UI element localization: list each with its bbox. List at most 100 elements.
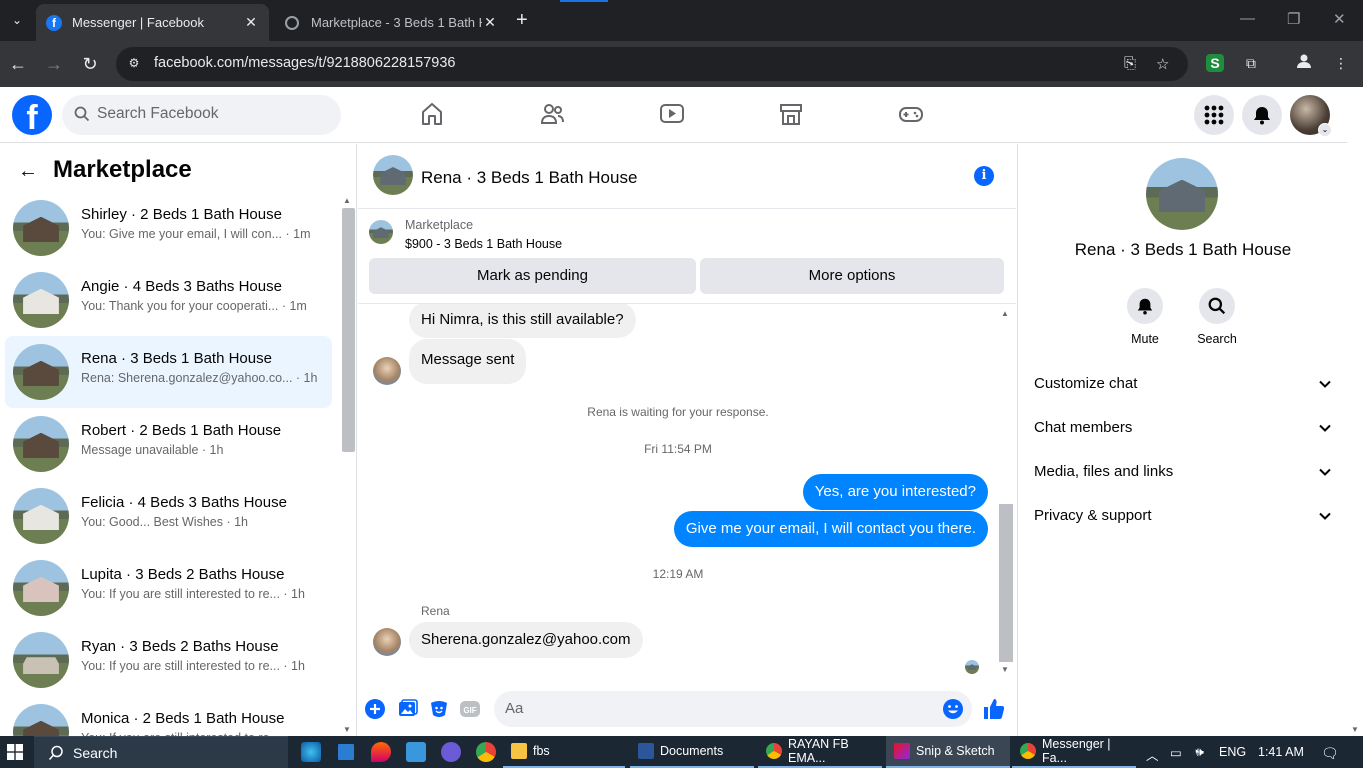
taskbar-item-fbs[interactable]: fbs: [503, 736, 625, 768]
conversation-snippet: You: Give me your email, I will con... ·…: [81, 227, 311, 241]
emoji-icon[interactable]: [942, 698, 964, 720]
search-input[interactable]: [97, 105, 327, 123]
media-files-links-row[interactable]: Media, files and links: [1034, 453, 1332, 493]
windows-start-icon[interactable]: [7, 744, 23, 760]
page-scroll-down-icon[interactable]: ▼: [1351, 725, 1359, 734]
tray-chevron-up-icon[interactable]: ︿: [1146, 745, 1159, 764]
notifications-button[interactable]: [1242, 95, 1282, 135]
tab-search-dropdown-icon[interactable]: ⌄: [6, 9, 28, 31]
conversation-item[interactable]: Ryan · 3 Beds 2 Baths House You: If you a…: [5, 624, 332, 696]
facebook-top-bar: f ⌄: [0, 87, 1347, 143]
message-composer: GIF: [358, 686, 1016, 736]
mark-as-pending-button[interactable]: Mark as pending: [369, 258, 696, 294]
home-icon[interactable]: [419, 101, 445, 127]
sender-avatar[interactable]: [373, 628, 401, 656]
conversation-name: Shirley · 2 Beds 1 Bath House: [81, 206, 282, 223]
reload-icon[interactable]: ↻: [78, 52, 102, 76]
chat-list-scrollbar[interactable]: [342, 208, 355, 452]
conversation-item[interactable]: Shirley · 2 Beds 1 Bath House You: Give m…: [5, 192, 332, 264]
chat-members-row[interactable]: Chat members: [1034, 409, 1332, 449]
privacy-support-row[interactable]: Privacy & support: [1034, 497, 1332, 537]
close-tab-icon[interactable]: ✕: [482, 14, 498, 31]
scroll-up-icon[interactable]: ▲: [1001, 309, 1009, 318]
account-avatar[interactable]: ⌄: [1290, 95, 1332, 137]
section-label: Privacy & support: [1034, 507, 1152, 524]
listing-price[interactable]: $900 - 3 Beds 1 Bath House: [405, 237, 562, 251]
sticker-icon[interactable]: [428, 698, 450, 720]
plus-actions-icon[interactable]: [364, 698, 386, 720]
bookmark-star-icon[interactable]: ☆: [1156, 55, 1169, 73]
customize-chat-row[interactable]: Customize chat: [1034, 365, 1332, 405]
battery-icon[interactable]: ▭: [1170, 745, 1182, 760]
marketplace-icon[interactable]: [778, 101, 804, 127]
scroll-up-icon[interactable]: ▲: [343, 196, 351, 205]
forward-icon[interactable]: →: [42, 52, 66, 76]
extension-s-icon[interactable]: S: [1206, 54, 1224, 72]
paint-icon[interactable]: [371, 742, 391, 762]
omnibox[interactable]: ⚙ facebook.com/messages/t/92188062281579…: [116, 47, 1188, 81]
restore-icon[interactable]: ❐: [1287, 10, 1300, 28]
taskbar-search[interactable]: Search: [34, 736, 288, 768]
conversation-item[interactable]: Monica · 2 Beds 1 Bath HouseYou: If you …: [5, 696, 332, 736]
taskbar-item-rayan-fb[interactable]: RAYAN FB EMA...: [758, 736, 882, 768]
conversation-thumbnail: [13, 488, 69, 544]
browser-tab-bar: ⌄ f Messenger | Facebook ✕ Marketplace -…: [0, 0, 1363, 41]
scroll-down-icon[interactable]: ▼: [1001, 665, 1009, 674]
store-icon[interactable]: [336, 742, 356, 762]
chat-listing-thumbnail[interactable]: [373, 155, 413, 195]
attach-photo-icon[interactable]: [397, 698, 419, 720]
listing-thumbnail[interactable]: [369, 220, 393, 244]
conversation-thumbnail: [13, 272, 69, 328]
conversation-item[interactable]: Robert · 2 Beds 1 Bath House Message unav…: [5, 408, 332, 480]
speaker-icon[interactable]: 🕪: [1196, 745, 1204, 760]
profile-icon[interactable]: [1293, 52, 1315, 74]
scroll-down-icon[interactable]: ▼: [343, 725, 351, 734]
tab-marketplace[interactable]: Marketplace - 3 Beds 1 Bath Ho ✕: [275, 4, 508, 41]
chrome-icon[interactable]: [476, 742, 496, 762]
search-in-chat-button[interactable]: Search: [1187, 288, 1247, 346]
taskbar-item-snip-sketch[interactable]: Snip & Sketch: [886, 736, 1010, 768]
app-circle-icon[interactable]: [441, 742, 461, 762]
mute-button[interactable]: Mute: [1115, 288, 1175, 346]
close-window-icon[interactable]: ✕: [1333, 10, 1346, 28]
notification-center-icon[interactable]: 🗨: [1321, 745, 1339, 762]
details-listing-thumbnail[interactable]: [1146, 158, 1218, 230]
more-options-button[interactable]: More options: [700, 258, 1004, 294]
tab-messenger[interactable]: f Messenger | Facebook ✕: [36, 4, 269, 41]
facebook-search-box[interactable]: [62, 95, 341, 135]
thumbs-up-icon[interactable]: [982, 697, 1006, 721]
back-icon[interactable]: ←: [6, 52, 30, 76]
gaming-icon[interactable]: [898, 101, 924, 127]
chat-scrollbar[interactable]: [999, 504, 1013, 662]
edge-icon[interactable]: [301, 742, 321, 762]
chevron-down-icon: [1319, 512, 1331, 520]
message-input[interactable]: [505, 700, 925, 717]
install-app-icon[interactable]: ⎘: [1124, 55, 1136, 72]
info-icon[interactable]: i: [974, 166, 994, 186]
sender-avatar[interactable]: [373, 357, 401, 385]
site-info-icon[interactable]: ⚙: [126, 56, 142, 72]
minimize-icon[interactable]: —: [1240, 10, 1255, 27]
conversation-item[interactable]: Rena · 3 Beds 1 Bath House Rena: Sherena.…: [5, 336, 332, 408]
back-arrow-icon[interactable]: ←: [18, 161, 38, 181]
watch-video-icon[interactable]: [659, 101, 685, 127]
app-window-icon[interactable]: [406, 742, 426, 762]
message-input-box[interactable]: [494, 691, 972, 727]
conversation-item[interactable]: Angie · 4 Beds 3 Baths House You: Thank y…: [5, 264, 332, 336]
clock[interactable]: 1:41 AM: [1258, 745, 1304, 759]
friends-icon[interactable]: [539, 101, 565, 127]
extensions-puzzle-icon[interactable]: ⧉: [1240, 52, 1262, 74]
new-tab-icon[interactable]: +: [516, 10, 528, 30]
taskbar-item-messenger[interactable]: Messenger | Fa...: [1012, 736, 1136, 768]
taskbar-item-documents[interactable]: Documents: [630, 736, 754, 768]
gif-icon[interactable]: GIF: [459, 698, 481, 720]
menu-grid-button[interactable]: [1194, 95, 1234, 135]
mute-label: Mute: [1131, 332, 1159, 346]
conversation-item[interactable]: Felicia · 4 Beds 3 Baths House You: Good.…: [5, 480, 332, 552]
conversation-item[interactable]: Lupita · 3 Beds 2 Baths House You: If you…: [5, 552, 332, 624]
facebook-logo-icon[interactable]: f: [12, 95, 52, 135]
chat-title[interactable]: Rena · 3 Beds 1 Bath House: [421, 168, 637, 188]
close-tab-icon[interactable]: ✕: [243, 14, 259, 31]
browser-menu-icon[interactable]: ⋮: [1330, 52, 1352, 74]
language-indicator[interactable]: ENG: [1219, 745, 1246, 759]
